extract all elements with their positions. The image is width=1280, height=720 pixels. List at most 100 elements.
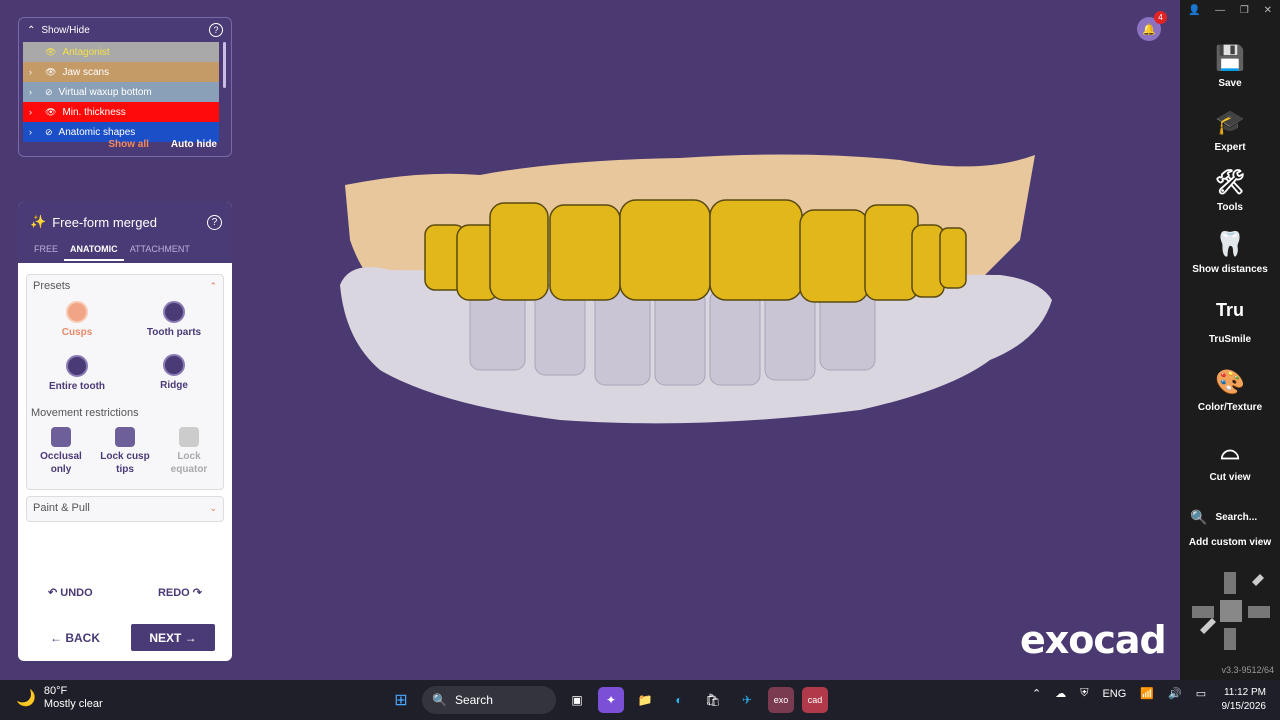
telegram-icon[interactable]: ✈ xyxy=(734,687,760,713)
clock[interactable]: 11:12 PM 9/15/2026 xyxy=(1212,686,1267,714)
trusmile-button[interactable]: Tru TruSmile xyxy=(1180,300,1280,345)
user-icon[interactable]: 👤 xyxy=(1188,5,1200,16)
redo-button[interactable]: REDO ↷ xyxy=(158,586,202,599)
show-distances-button[interactable]: 🦷 Show distances xyxy=(1180,230,1280,275)
search-icon: 🔍 xyxy=(1190,509,1208,525)
tool-label: Show distances xyxy=(1192,264,1268,275)
search-icon: 🔍 xyxy=(432,693,447,707)
eye-off-icon[interactable]: ⊘ xyxy=(45,127,53,138)
trusmile-icon: Tru xyxy=(1215,300,1244,320)
moon-icon: 🌙 xyxy=(16,690,36,707)
lock-cusp-tips-toggle[interactable]: Lock cusp tips xyxy=(95,427,155,476)
copilot-icon[interactable]: ✦ xyxy=(598,687,624,713)
chevron-right-icon[interactable]: › xyxy=(29,127,39,137)
battery-icon[interactable]: ▭ xyxy=(1196,687,1206,700)
layer-row[interactable]: 👁 Antagonist xyxy=(23,42,219,62)
undo-button[interactable]: ↶ UNDO xyxy=(48,586,93,599)
help-icon[interactable]: ? xyxy=(209,23,223,37)
paint-pull-label: Paint & Pull xyxy=(33,502,90,514)
save-button[interactable]: 💾 Save xyxy=(1180,44,1280,89)
chevron-right-icon[interactable]: › xyxy=(29,107,39,117)
exocad-app-icon[interactable]: exo xyxy=(768,687,794,713)
eye-icon[interactable]: 👁 xyxy=(45,107,56,118)
magic-wand-icon: ✨ xyxy=(30,214,47,229)
chevron-right-icon[interactable]: › xyxy=(29,87,39,97)
show-hide-header[interactable]: ⌃ Show/Hide ? xyxy=(19,18,231,42)
temperature: 80°F xyxy=(43,685,68,697)
mv-label: only xyxy=(50,464,72,475)
cloud-icon[interactable]: ☁ xyxy=(1055,687,1066,700)
weather-widget[interactable]: 🌙 80°F Mostly clear xyxy=(16,685,103,711)
chevron-up-icon[interactable]: ⌃ xyxy=(27,25,35,36)
tool-label: Cut view xyxy=(1209,472,1251,483)
scrollbar[interactable] xyxy=(223,42,226,88)
next-button[interactable]: NEXT → xyxy=(131,624,215,651)
color-texture-button[interactable]: 🎨 Color/Texture xyxy=(1180,368,1280,413)
preset-label: Tooth parts xyxy=(146,327,202,338)
tab-attachment[interactable]: ATTACHMENT xyxy=(124,240,196,261)
freeform-title: Free-form merged xyxy=(52,214,157,230)
occlusal-only-toggle[interactable]: Occlusal only xyxy=(31,427,91,476)
tool-label: TruSmile xyxy=(1208,334,1252,345)
layer-label: Jaw scans xyxy=(62,66,110,78)
tab-anatomic[interactable]: ANATOMIC xyxy=(64,240,124,261)
presets-section: Presets ⌃ Cusps Tooth parts Entire tooth… xyxy=(26,274,224,490)
notification-bell[interactable]: 🔔 4 xyxy=(1137,11,1167,41)
chevron-up-icon[interactable]: ⌃ xyxy=(209,281,217,292)
undo-label: UNDO xyxy=(60,587,93,599)
presets-label: Presets xyxy=(33,280,71,292)
preset-cusps[interactable]: Cusps xyxy=(42,301,112,338)
store-icon[interactable]: 🛍 xyxy=(700,687,726,713)
cad-app-icon[interactable]: cad xyxy=(802,687,828,713)
show-all-button[interactable]: Show all xyxy=(108,139,149,150)
layer-row[interactable]: › 👁 Jaw scans xyxy=(23,62,219,82)
restore-icon[interactable]: ❐ xyxy=(1240,5,1249,16)
show-hide-title: Show/Hide xyxy=(41,24,90,36)
add-custom-view-button[interactable]: Add custom view xyxy=(1180,537,1280,548)
layer-label: Min. thickness xyxy=(62,106,126,118)
auto-hide-button[interactable]: Auto hide xyxy=(171,139,217,150)
preset-tooth-parts[interactable]: Tooth parts xyxy=(139,301,209,338)
file-explorer-icon[interactable]: 📁 xyxy=(632,687,658,713)
back-button[interactable]: ← BACK xyxy=(50,631,100,645)
eye-off-icon[interactable]: ⊘ xyxy=(45,87,53,98)
layer-row[interactable]: › ⊘ Virtual waxup bottom xyxy=(23,82,219,102)
redo-label: REDO xyxy=(157,587,190,599)
layer-label: Virtual waxup bottom xyxy=(58,86,152,98)
eye-icon[interactable]: 👁 xyxy=(45,67,56,78)
task-view-icon[interactable]: ▣ xyxy=(564,687,590,713)
edge-icon[interactable]: ◐ xyxy=(666,687,692,713)
toolbar-search[interactable]: 🔍 Search... xyxy=(1190,509,1257,526)
windows-start-icon[interactable]: ⊞ xyxy=(388,687,414,713)
distances-icon: 🦷 xyxy=(1215,231,1245,258)
presets-header[interactable]: Presets ⌃ xyxy=(27,275,223,297)
eye-icon[interactable]: 👁 xyxy=(45,47,56,58)
tab-free[interactable]: FREE xyxy=(28,240,64,261)
chevron-down-icon[interactable]: ⌄ xyxy=(209,503,217,514)
help-icon[interactable]: ? xyxy=(207,214,222,230)
preset-label: Ridge xyxy=(160,380,188,391)
chevron-right-icon[interactable]: › xyxy=(29,67,39,77)
tools-button[interactable]: 🛠 Tools xyxy=(1180,168,1280,213)
chevron-up-icon[interactable]: ⌃ xyxy=(1032,687,1041,700)
lock-equator-toggle[interactable]: Lock equator xyxy=(159,427,219,476)
time: 11:12 PM xyxy=(1223,687,1266,698)
preset-label: Cusps xyxy=(61,327,93,338)
minimize-icon[interactable]: — xyxy=(1215,5,1225,16)
expert-button[interactable]: 🎓 Expert xyxy=(1180,108,1280,153)
layer-row[interactable]: › 👁 Min. thickness xyxy=(23,102,219,122)
language-indicator[interactable]: ENG xyxy=(1102,688,1126,700)
close-icon[interactable]: ✕ xyxy=(1264,5,1272,16)
graduation-cap-icon: 🎓 xyxy=(1215,109,1245,136)
taskbar-search[interactable]: 🔍 Search xyxy=(422,686,556,714)
preset-ridge[interactable]: Ridge xyxy=(139,354,209,391)
wifi-icon[interactable]: 📶 xyxy=(1140,687,1154,700)
volume-icon[interactable]: 🔊 xyxy=(1168,687,1182,700)
shield-icon[interactable]: ⛨ xyxy=(1080,687,1088,700)
paint-pull-section[interactable]: Paint & Pull ⌄ xyxy=(26,496,224,522)
tool-label: Save xyxy=(1218,78,1242,89)
preset-entire-tooth[interactable]: Entire tooth xyxy=(42,355,112,392)
save-icon: 💾 xyxy=(1215,45,1245,72)
view-cube-icon[interactable] xyxy=(1190,570,1272,652)
cut-view-button[interactable]: ⌓ Cut view xyxy=(1180,438,1280,483)
